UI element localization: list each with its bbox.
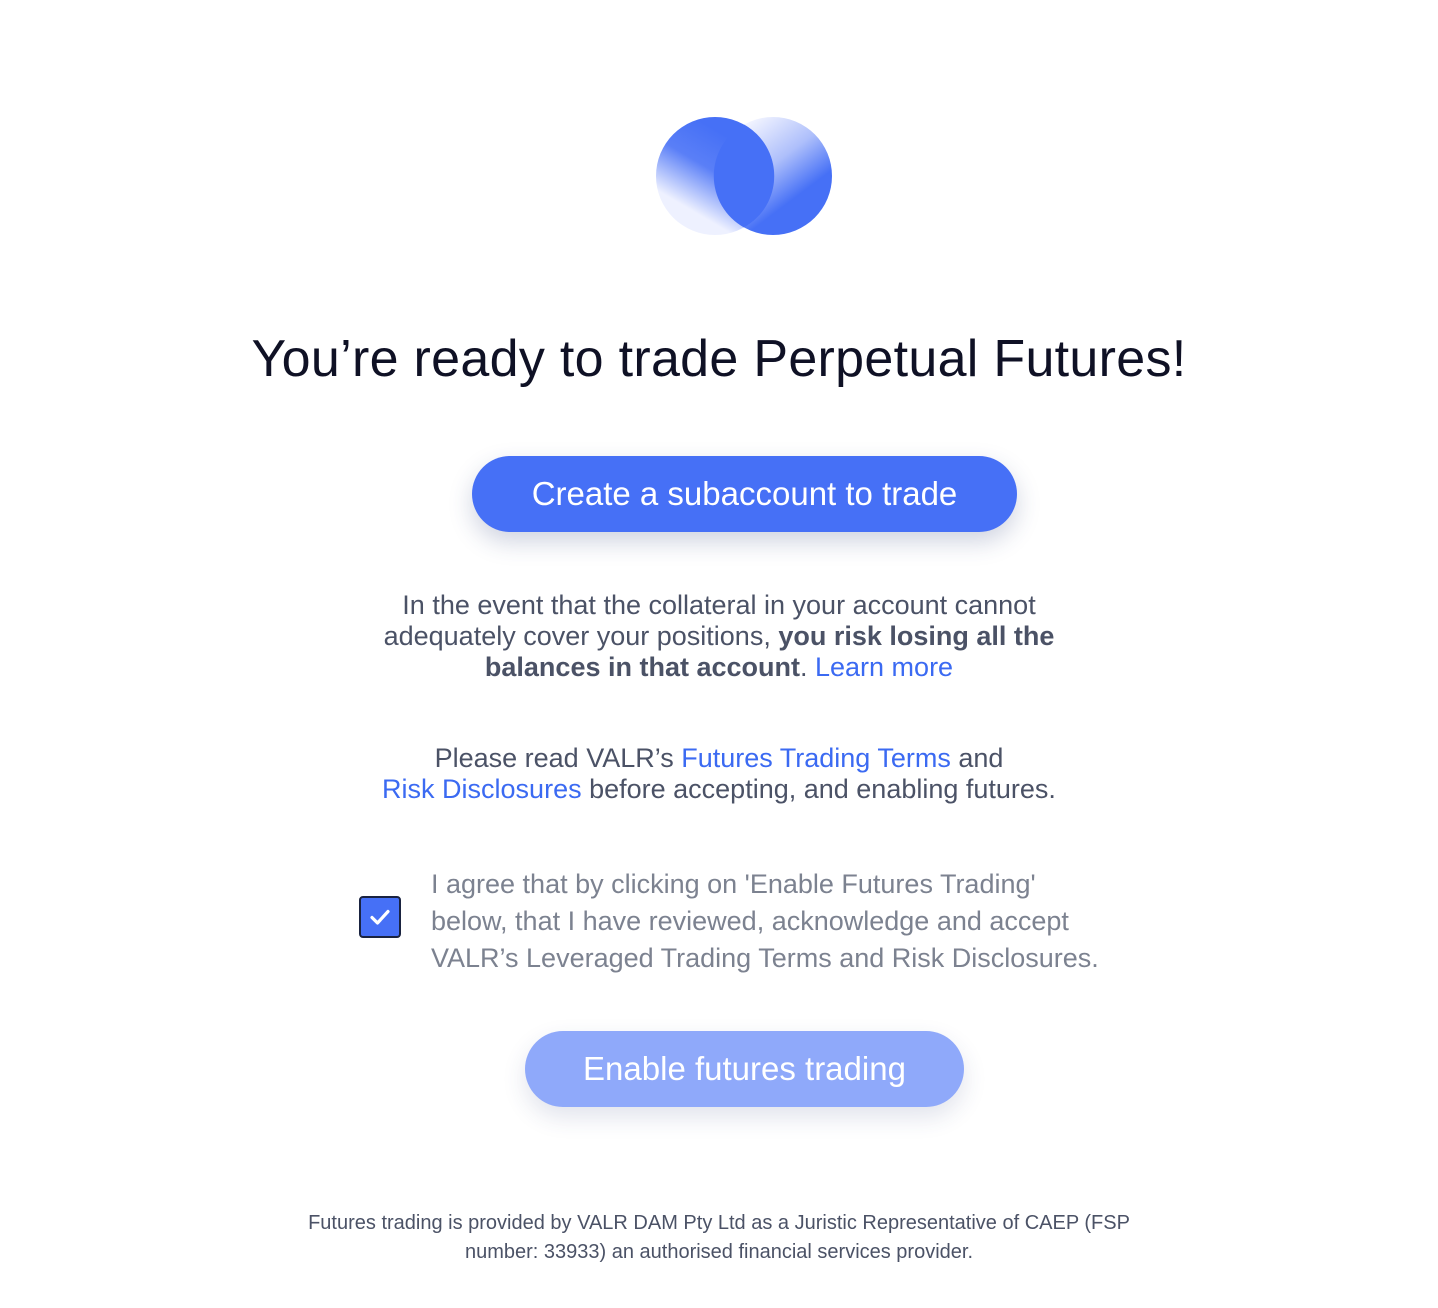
risk-warning-bold-continued: balances in that account bbox=[484, 652, 800, 682]
valr-logo bbox=[655, 116, 833, 236]
risk-warning-bold: you risk losing all the bbox=[778, 621, 1055, 651]
risk-notice-line-3: balances in that account. Learn more bbox=[0, 652, 1438, 683]
risk-notice-punctuation: . bbox=[799, 652, 815, 682]
risk-notice-line-1: In the event that the collateral in your… bbox=[402, 590, 1036, 620]
agreement-line-3: VALR’s Leveraged Trading Terms and Risk … bbox=[431, 943, 1099, 973]
terms-notice-line-2: Risk Disclosures before accepting, and e… bbox=[0, 774, 1438, 805]
terms-notice-prefix: Please read VALR’s bbox=[434, 743, 682, 773]
checkmark-icon bbox=[370, 909, 390, 925]
agreement-line-1: I agree that by clicking on 'Enable Futu… bbox=[431, 869, 1036, 899]
create-subaccount-button[interactable]: Create a subaccount to trade bbox=[472, 456, 1017, 532]
risk-notice: In the event that the collateral in your… bbox=[0, 590, 1438, 683]
terms-notice-line-1: Please read VALR’s Futures Trading Terms… bbox=[0, 743, 1438, 774]
futures-onboarding-page: You’re ready to trade Perpetual Futures!… bbox=[0, 0, 1438, 1308]
risk-disclosures-link[interactable]: Risk Disclosures bbox=[382, 774, 582, 804]
agreement-line-2: below, that I have reviewed, acknowledge… bbox=[431, 906, 1069, 936]
agreement-checkbox[interactable] bbox=[359, 896, 401, 938]
logo-circles-icon bbox=[656, 117, 832, 235]
terms-notice-middle: and bbox=[950, 743, 1004, 773]
enable-futures-trading-button[interactable]: Enable futures trading bbox=[525, 1031, 964, 1107]
risk-notice-line-2: adequately cover your positions, you ris… bbox=[0, 621, 1438, 652]
page-title: You’re ready to trade Perpetual Futures! bbox=[251, 330, 1187, 388]
footer-line-2: number: 33933) an authorised financial s… bbox=[464, 1241, 974, 1263]
learn-more-link[interactable]: Learn more bbox=[815, 652, 953, 682]
terms-notice-suffix: before accepting, and enabling futures. bbox=[581, 774, 1056, 804]
agreement-text: I agree that by clicking on 'Enable Futu… bbox=[431, 866, 1121, 977]
futures-trading-terms-link[interactable]: Futures Trading Terms bbox=[681, 743, 951, 773]
terms-notice: Please read VALR’s Futures Trading Terms… bbox=[0, 743, 1438, 805]
risk-notice-text: adequately cover your positions, bbox=[383, 621, 779, 651]
regulatory-footer: Futures trading is provided by VALR DAM … bbox=[0, 1209, 1438, 1267]
footer-line-1: Futures trading is provided by VALR DAM … bbox=[308, 1212, 1130, 1234]
agreement-section: I agree that by clicking on 'Enable Futu… bbox=[359, 866, 1119, 976]
